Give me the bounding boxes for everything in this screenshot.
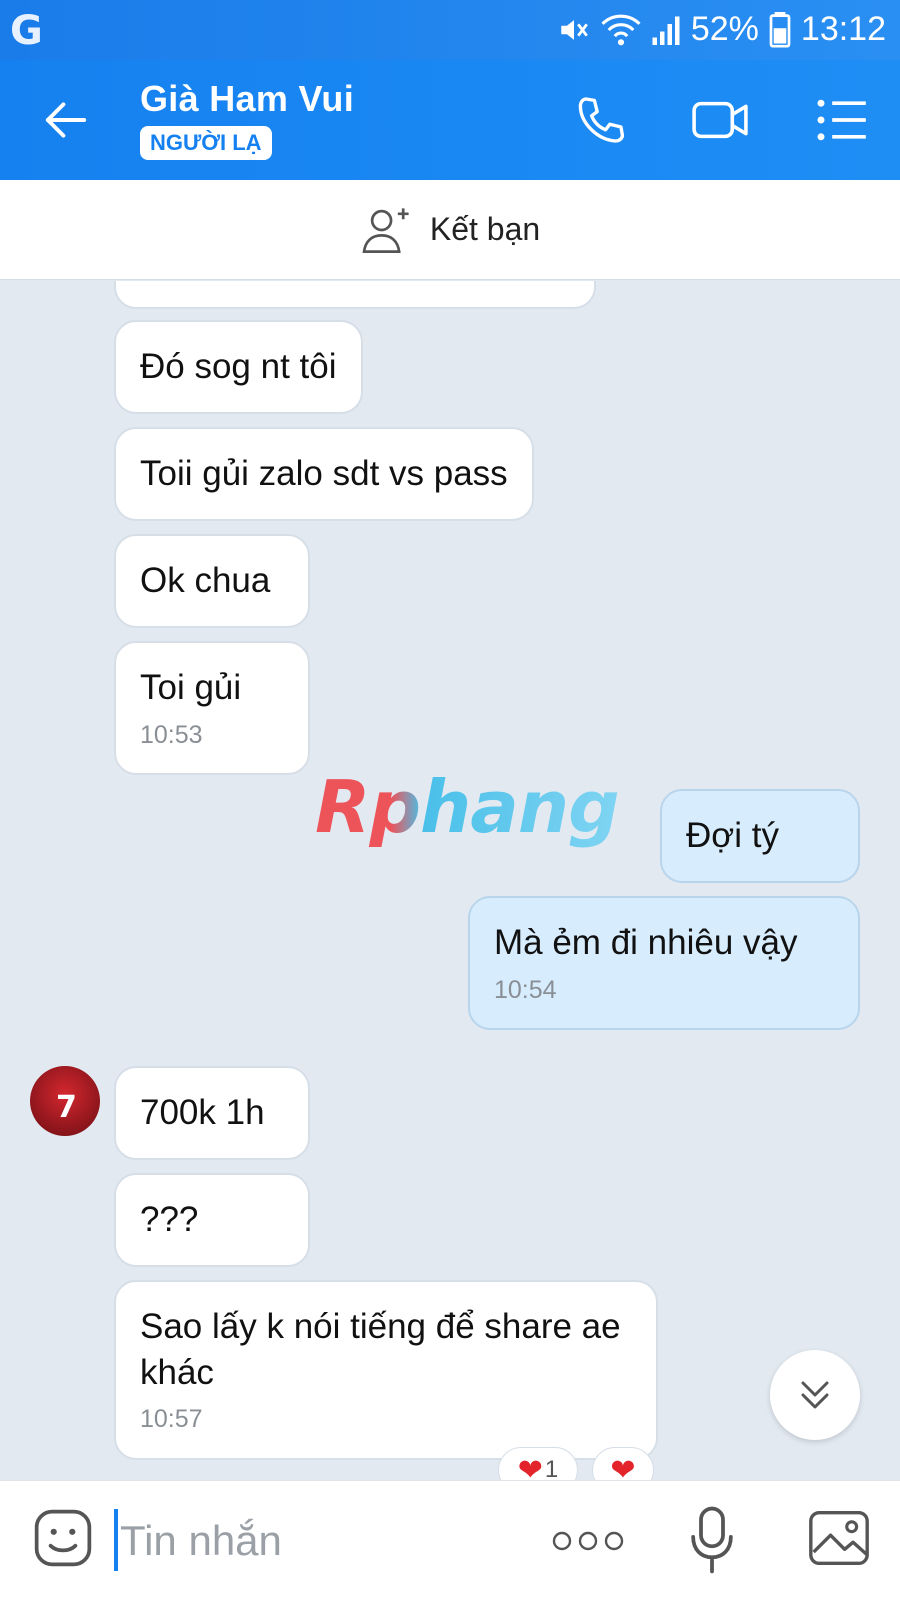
add-friend-label: Kết bạn — [429, 211, 541, 247]
status-indicators: 52% 13:12 — [557, 10, 886, 49]
avatar[interactable]: 7 — [30, 1066, 100, 1136]
avatar-jersey-number: 7 — [56, 1090, 77, 1125]
chat-header: Già Ham Vui NGƯỜI LẠ — [0, 60, 900, 180]
message-time: 10:54 — [494, 975, 557, 1004]
message-text: Ok chua — [140, 561, 271, 600]
message-bubble[interactable]: Ok chua — [114, 534, 310, 628]
message-text: Toii gủi zalo sdt vs pass — [140, 454, 508, 493]
scroll-down-icon — [801, 1381, 829, 1409]
message-text: Mà ẻm đi nhiêu vậy — [494, 923, 798, 962]
watermark: Rphang — [315, 765, 620, 849]
google-icon: G — [10, 8, 43, 54]
stranger-badge: NGƯỜI LẠ — [140, 126, 272, 160]
signal-icon — [652, 16, 680, 45]
battery-icon — [769, 11, 791, 48]
add-friend-icon — [362, 207, 409, 253]
message-list[interactable]: Đó sog nt tôi Toii gủi zalo sdt vs pass … — [0, 281, 900, 1481]
message-input-bar — [0, 1480, 900, 1600]
message-text: Đó sog nt tôi — [140, 347, 337, 386]
message-text: Sao lấy k nói tiếng để share ae khác — [140, 1307, 621, 1392]
message-bubble-partial[interactable] — [114, 281, 596, 309]
message-time: 10:57 — [140, 1405, 203, 1433]
message-bubble[interactable]: ??? — [114, 1173, 310, 1267]
message-input[interactable] — [120, 1511, 520, 1571]
my-message-bubble[interactable]: Mà ẻm đi nhiêu vậy 10:54 — [468, 896, 860, 1030]
phone-icon[interactable] — [570, 92, 630, 148]
contact-name[interactable]: Già Ham Vui — [140, 78, 354, 120]
menu-list-icon[interactable] — [812, 92, 872, 148]
scroll-down-button[interactable] — [770, 1350, 860, 1440]
message-text: ??? — [140, 1200, 199, 1239]
video-camera-icon[interactable] — [690, 92, 750, 148]
message-text: Đợi tý — [686, 816, 779, 855]
message-bubble[interactable]: 700k 1h — [114, 1066, 310, 1160]
message-bubble[interactable]: Sao lấy k nói tiếng để share ae khác 10:… — [114, 1280, 658, 1460]
status-bar: G 52% 13:12 — [0, 0, 900, 60]
microphone-icon[interactable] — [690, 1505, 734, 1575]
message-bubble[interactable]: Toi gủi 10:53 — [114, 641, 310, 775]
message-bubble[interactable]: Toii gủi zalo sdt vs pass — [114, 427, 534, 521]
emoji-icon[interactable] — [32, 1507, 94, 1569]
back-arrow-icon[interactable] — [40, 94, 92, 146]
my-message-bubble[interactable]: Đợi tý — [660, 789, 860, 883]
image-icon[interactable] — [808, 1509, 870, 1567]
mute-icon — [561, 19, 588, 40]
battery-percent: 52% — [690, 10, 759, 48]
text-caret — [114, 1509, 118, 1571]
message-text: Toi gủi — [140, 668, 242, 707]
wifi-icon — [601, 14, 641, 45]
clock: 13:12 — [800, 10, 886, 48]
add-friend-bar[interactable]: Kết bạn — [0, 180, 900, 280]
message-bubble[interactable]: Đó sog nt tôi — [114, 320, 363, 414]
message-text: 700k 1h — [140, 1093, 265, 1132]
more-options-icon[interactable] — [552, 1529, 624, 1553]
message-time: 10:53 — [140, 720, 203, 749]
